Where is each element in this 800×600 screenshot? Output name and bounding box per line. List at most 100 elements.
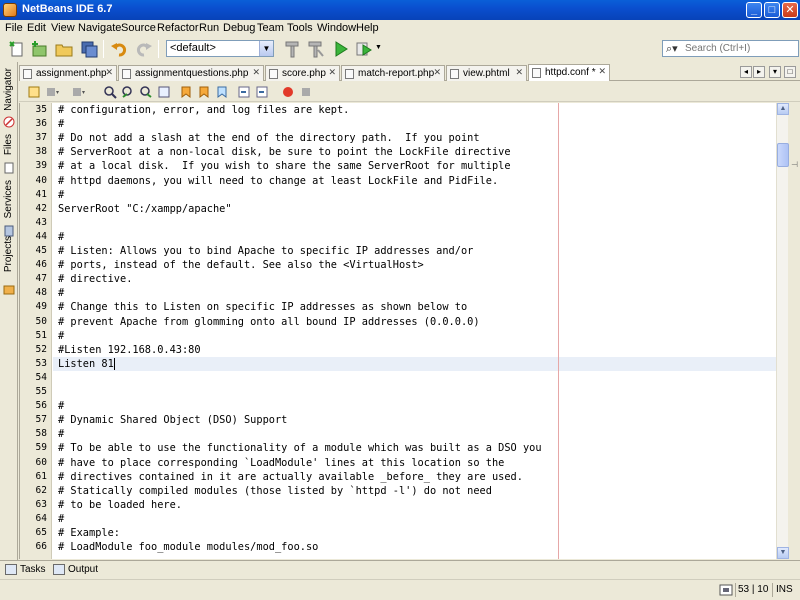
code-line[interactable]: # directive.: [58, 273, 132, 285]
code-line[interactable]: # Statically compiled modules (those lis…: [58, 485, 492, 497]
vertical-scrollbar[interactable]: ▲ ▼: [776, 103, 789, 559]
shift-right-icon[interactable]: [255, 85, 269, 99]
start-macro-recording-icon[interactable]: [281, 85, 295, 99]
previous-bookmark-icon[interactable]: [179, 85, 193, 99]
close-icon[interactable]: ✕: [105, 67, 113, 78]
menu-source[interactable]: Source: [121, 22, 156, 34]
last-edit-icon[interactable]: [27, 85, 41, 99]
search-box[interactable]: ⌕▾: [662, 40, 799, 57]
debug-icon[interactable]: [355, 40, 373, 58]
tab-label: assignmentquestions.php: [135, 68, 249, 79]
close-icon[interactable]: ✕: [433, 67, 441, 78]
scroll-tabs-left-icon[interactable]: ◂: [740, 66, 752, 78]
tab-score-php[interactable]: score.php ✕: [265, 65, 340, 81]
close-button[interactable]: ✕: [782, 2, 798, 18]
code-line[interactable]: # ports, instead of the default. See als…: [58, 259, 424, 271]
search-input[interactable]: [685, 42, 795, 55]
maximize-button[interactable]: □: [764, 2, 780, 18]
code-editor[interactable]: 35 36 37 38 39 40 41 42 43 44 45 46 47 48 49 50 51 52 53 54…: [19, 103, 777, 559]
scroll-down-icon[interactable]: ▼: [777, 547, 789, 559]
toggle-highlight-icon[interactable]: [157, 85, 171, 99]
code-line[interactable]: # directives contained in it are actuall…: [58, 471, 523, 483]
code-line[interactable]: # have to place corresponding `LoadModul…: [58, 457, 504, 469]
code-line[interactable]: # ServerRoot at a non-local disk, be sur…: [58, 146, 511, 158]
scroll-up-icon[interactable]: ▲: [777, 103, 789, 115]
code-line[interactable]: #: [58, 400, 64, 412]
build-hammer-icon[interactable]: [283, 40, 301, 58]
undo-icon[interactable]: [110, 40, 128, 58]
sidebar-tab-services[interactable]: Services: [1, 180, 17, 240]
code-line[interactable]: # Do not add a slash at the end of the d…: [58, 132, 480, 144]
tab-assignmentquestions-php[interactable]: assignmentquestions.php ✕: [118, 65, 264, 81]
menu-refactor[interactable]: Refactor: [157, 22, 199, 34]
find-next-icon[interactable]: [139, 85, 153, 99]
new-project-icon[interactable]: [30, 40, 48, 58]
redo-icon[interactable]: [135, 40, 153, 58]
code-line[interactable]: #: [58, 428, 64, 440]
menu-navigate[interactable]: Navigate: [78, 22, 121, 34]
menu-team[interactable]: Team: [257, 22, 284, 34]
code-line[interactable]: #: [58, 287, 64, 299]
code-line[interactable]: #: [58, 189, 64, 201]
menu-run[interactable]: Run: [199, 22, 219, 34]
code-line[interactable]: #: [58, 118, 64, 130]
tab-httpd-conf[interactable]: httpd.conf * ✕: [528, 64, 610, 81]
toggle-bookmark-icon[interactable]: [215, 85, 229, 99]
code-line[interactable]: #Listen 192.168.0.43:80: [58, 344, 201, 356]
clean-build-icon[interactable]: [306, 40, 324, 58]
code-line[interactable]: # LoadModule foo_module modules/mod_foo.…: [58, 541, 318, 553]
forward-icon[interactable]: [71, 85, 85, 99]
code-line[interactable]: #: [58, 330, 64, 342]
code-line[interactable]: ServerRoot "C:/xampp/apache": [58, 203, 232, 215]
code-line[interactable]: # Example:: [58, 527, 120, 539]
stop-macro-recording-icon[interactable]: [299, 85, 313, 99]
scroll-tabs-right-icon[interactable]: ▸: [753, 66, 765, 78]
menu-view[interactable]: View: [51, 22, 75, 34]
find-previous-icon[interactable]: [121, 85, 135, 99]
close-icon[interactable]: ✕: [328, 67, 336, 78]
close-icon[interactable]: ✕: [252, 67, 260, 78]
code-line[interactable]: # configuration, error, and log files ar…: [58, 104, 349, 116]
code-line[interactable]: # at a local disk. If you wish to share …: [58, 160, 511, 172]
code-line[interactable]: # prevent Apache from glomming onto all …: [58, 316, 480, 328]
next-bookmark-icon[interactable]: [197, 85, 211, 99]
menu-tools[interactable]: Tools: [287, 22, 313, 34]
menu-window[interactable]: Window: [317, 22, 356, 34]
menu-help[interactable]: Help: [356, 22, 379, 34]
maximize-editor-icon[interactable]: □: [784, 66, 796, 78]
save-all-icon[interactable]: [80, 40, 98, 58]
find-selection-icon[interactable]: [103, 85, 117, 99]
shift-left-icon[interactable]: [237, 85, 251, 99]
configuration-select[interactable]: <default> ▼: [166, 40, 274, 57]
run-icon[interactable]: [332, 40, 350, 58]
close-icon[interactable]: ✕: [515, 67, 523, 78]
code-line[interactable]: # Change this to Listen on specific IP a…: [58, 301, 467, 313]
menu-edit[interactable]: Edit: [27, 22, 46, 34]
code-line[interactable]: Listen 81: [58, 358, 114, 370]
notifications-icon[interactable]: [719, 583, 733, 597]
tab-view-phtml[interactable]: view.phtml ✕: [446, 65, 527, 81]
close-icon[interactable]: ✕: [598, 66, 606, 77]
code-line[interactable]: # httpd daemons, you will need to change…: [58, 175, 498, 187]
scroll-thumb[interactable]: [777, 143, 789, 167]
sidebar-tab-files[interactable]: Files: [1, 134, 17, 176]
minimize-button[interactable]: _: [746, 2, 762, 18]
code-line[interactable]: # to be loaded here.: [58, 499, 182, 511]
show-opened-documents-icon[interactable]: ▾: [769, 66, 781, 78]
new-file-icon[interactable]: [8, 40, 26, 58]
code-line[interactable]: #: [58, 231, 64, 243]
code-line[interactable]: #: [58, 513, 64, 525]
code-line[interactable]: # To be able to use the functionality of…: [58, 442, 542, 454]
open-project-icon[interactable]: [55, 40, 73, 58]
back-icon[interactable]: [45, 85, 59, 99]
code-line[interactable]: # Listen: Allows you to bind Apache to s…: [58, 245, 473, 257]
code-line[interactable]: # Dynamic Shared Object (DSO) Support: [58, 414, 287, 426]
tab-assignment-php[interactable]: assignment.php ✕: [19, 65, 117, 81]
sidebar-tab-projects[interactable]: Projects: [1, 236, 17, 296]
debug-dropdown-icon[interactable]: ▼: [375, 44, 382, 51]
menu-file[interactable]: File: [5, 22, 23, 34]
menu-debug[interactable]: Debug: [223, 22, 255, 34]
tab-match-report-php[interactable]: match-report.php ✕: [341, 65, 445, 81]
sidebar-tab-navigator[interactable]: Navigator: [1, 68, 17, 128]
chevron-down-icon[interactable]: ▼: [259, 41, 273, 56]
